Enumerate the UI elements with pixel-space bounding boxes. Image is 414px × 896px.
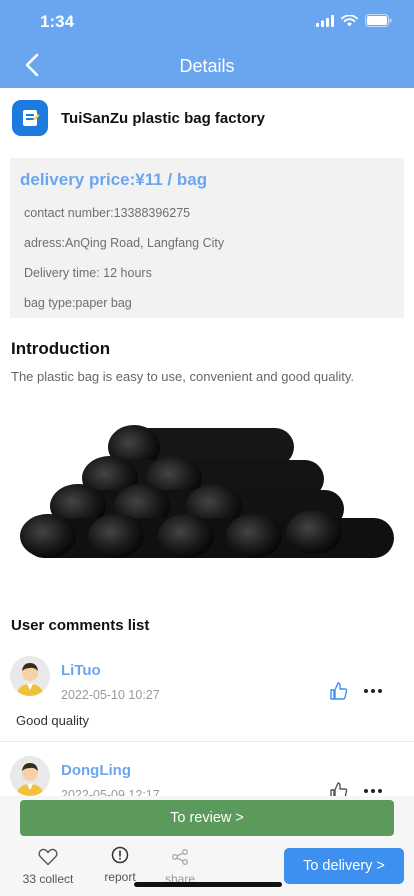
contact-number: contact number:13388396275 xyxy=(24,206,191,220)
introduction-heading: Introduction xyxy=(11,339,111,358)
more-dots-icon[interactable] xyxy=(363,781,383,796)
delivery-info-card: delivery price:¥11 / bag contact number:… xyxy=(10,158,404,318)
to-delivery-button[interactable]: To delivery > xyxy=(284,848,404,884)
shop-header: TuiSanZu plastic bag factory xyxy=(12,100,265,136)
delivery-time: Delivery time: 12 hours xyxy=(24,266,152,280)
to-review-button[interactable]: To review > xyxy=(20,800,394,836)
battery-icon xyxy=(365,14,392,27)
shop-name: TuiSanZu plastic bag factory xyxy=(61,109,265,127)
comment-item: DongLing 2022-05-09 12:17 xyxy=(0,754,414,796)
status-time: 1:34 xyxy=(40,12,75,31)
comment-date: 2022-05-09 12:17 xyxy=(61,788,160,796)
comment-date: 2022-05-10 10:27 xyxy=(61,688,160,702)
divider xyxy=(0,741,414,742)
comment-author[interactable]: DongLing xyxy=(61,762,131,779)
thumbs-up-icon[interactable] xyxy=(329,681,349,701)
wifi-icon xyxy=(341,14,358,26)
comment-author[interactable]: LiTuo xyxy=(61,662,101,679)
share-button[interactable]: share xyxy=(148,848,212,886)
report-icon xyxy=(111,846,129,864)
page-title: Details xyxy=(179,56,235,76)
heart-icon xyxy=(38,848,58,866)
avatar[interactable] xyxy=(10,756,50,796)
more-dots-icon[interactable] xyxy=(363,681,383,701)
address: adress:AnQing Road, Langfang City xyxy=(24,236,225,250)
shop-logo-icon xyxy=(12,100,48,136)
comment-text: Good quality xyxy=(16,713,89,728)
report-label: report xyxy=(104,870,136,884)
bag-type: bag type:paper bag xyxy=(24,296,132,310)
delivery-price: delivery price:¥11 / bag xyxy=(20,170,208,189)
signal-icon xyxy=(316,14,334,27)
home-indicator xyxy=(134,882,282,887)
introduction-text: The plastic bag is easy to use, convenie… xyxy=(11,369,355,384)
report-button[interactable]: report xyxy=(88,846,152,884)
status-icons xyxy=(316,14,392,27)
share-icon xyxy=(172,849,188,865)
comments-heading: User comments list xyxy=(11,617,150,634)
comment-item: LiTuo 2022-05-10 10:27 Good quality xyxy=(0,654,414,740)
thumbs-up-icon[interactable] xyxy=(329,781,349,796)
bottom-action-bar: To review > 33 collect report share To d… xyxy=(0,796,414,896)
collect-count: 33 collect xyxy=(22,872,74,886)
app-header: 1:34 Details xyxy=(0,0,414,88)
collect-button[interactable]: 33 collect xyxy=(16,848,80,886)
avatar[interactable] xyxy=(10,656,50,696)
product-image xyxy=(14,410,404,580)
